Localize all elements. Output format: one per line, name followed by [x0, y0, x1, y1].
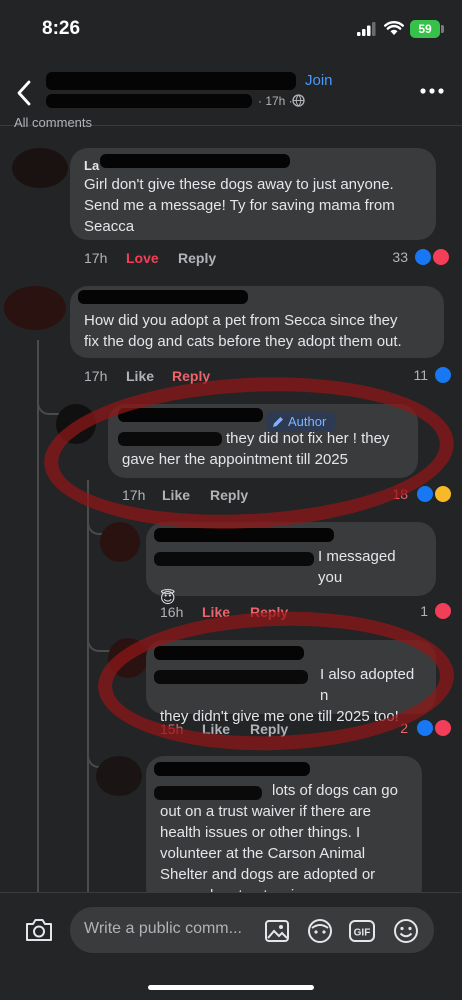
thread-line: [87, 480, 89, 900]
avatar[interactable]: [12, 148, 68, 188]
red-marker-annotation: [40, 367, 458, 539]
redacted-mention: [154, 786, 262, 800]
home-indicator: [148, 985, 314, 990]
comment-composer: Write a public comm... GIF: [0, 892, 462, 1000]
comment-time: 17h: [84, 368, 108, 384]
back-arrow-icon[interactable]: [16, 80, 32, 106]
reaction-count[interactable]: 33: [378, 249, 408, 265]
comment-time: 17h: [84, 250, 108, 266]
status-time: 8:26: [42, 18, 81, 39]
globe-icon: [292, 94, 305, 107]
comment-bubble[interactable]: How did you adopt a pet from Secca since…: [70, 286, 444, 358]
thread-line: [37, 340, 39, 900]
svg-text:GIF: GIF: [354, 928, 371, 939]
comment-actions: 17h Love Reply: [84, 250, 284, 270]
avatar-sticker-icon[interactable]: [306, 917, 334, 945]
like-reaction-icon: [414, 248, 432, 266]
comment-text: Girl don't give these dogs away to just …: [84, 176, 395, 235]
like-button[interactable]: Like: [126, 368, 154, 384]
avatar[interactable]: [100, 522, 140, 562]
redacted-name: [154, 762, 310, 776]
redacted-author-name: [46, 94, 252, 108]
redacted-mention: [154, 552, 314, 566]
comment-bubble[interactable]: I messaged you 😇: [146, 522, 436, 607]
join-group-link[interactable]: Join: [305, 72, 333, 89]
redacted-name: [154, 528, 334, 542]
reply-button[interactable]: Reply: [178, 250, 216, 266]
reaction-count[interactable]: 1: [398, 603, 428, 619]
comment-bubble[interactable]: La Girl don't give these dogs away to ju…: [70, 148, 436, 240]
comment-time: 16h: [160, 604, 184, 620]
comment-input[interactable]: Write a public comm... GIF: [70, 907, 434, 953]
camera-icon[interactable]: [24, 917, 54, 943]
battery-nub: [441, 25, 444, 33]
gif-icon[interactable]: GIF: [348, 917, 376, 945]
avatar[interactable]: [4, 286, 66, 330]
battery-indicator: 59: [410, 20, 440, 38]
photo-icon[interactable]: [264, 917, 292, 945]
redacted-name: [78, 290, 248, 304]
love-reaction-icon: [434, 602, 452, 620]
section-label: All comments: [14, 116, 93, 128]
wow-reaction-icon: [434, 485, 452, 503]
comment-text: How did you adopt a pet from Secca since…: [84, 312, 402, 350]
redacted-group-name: [46, 72, 296, 90]
emoji-icon[interactable]: [392, 917, 420, 945]
comment-placeholder: Write a public comm...: [84, 920, 242, 937]
redacted-name: [100, 154, 290, 168]
like-reaction-icon: [416, 485, 434, 503]
avatar[interactable]: [96, 756, 142, 796]
love-reaction-icon: [434, 719, 452, 737]
love-reaction-icon: [432, 248, 450, 266]
reaction-count[interactable]: 11: [398, 367, 428, 383]
like-reaction-icon: [434, 366, 452, 384]
more-options-icon[interactable]: [420, 88, 444, 94]
post-age: · 17h ·: [258, 94, 293, 108]
wifi-icon: [384, 21, 404, 35]
like-reaction-icon: [416, 719, 434, 737]
cellular-signal-icon: [357, 22, 376, 36]
love-button[interactable]: Love: [126, 250, 159, 266]
comment-bubble[interactable]: lots of dogs can go out on a trust waive…: [146, 756, 422, 906]
status-bar: 8:26 59: [0, 0, 462, 60]
